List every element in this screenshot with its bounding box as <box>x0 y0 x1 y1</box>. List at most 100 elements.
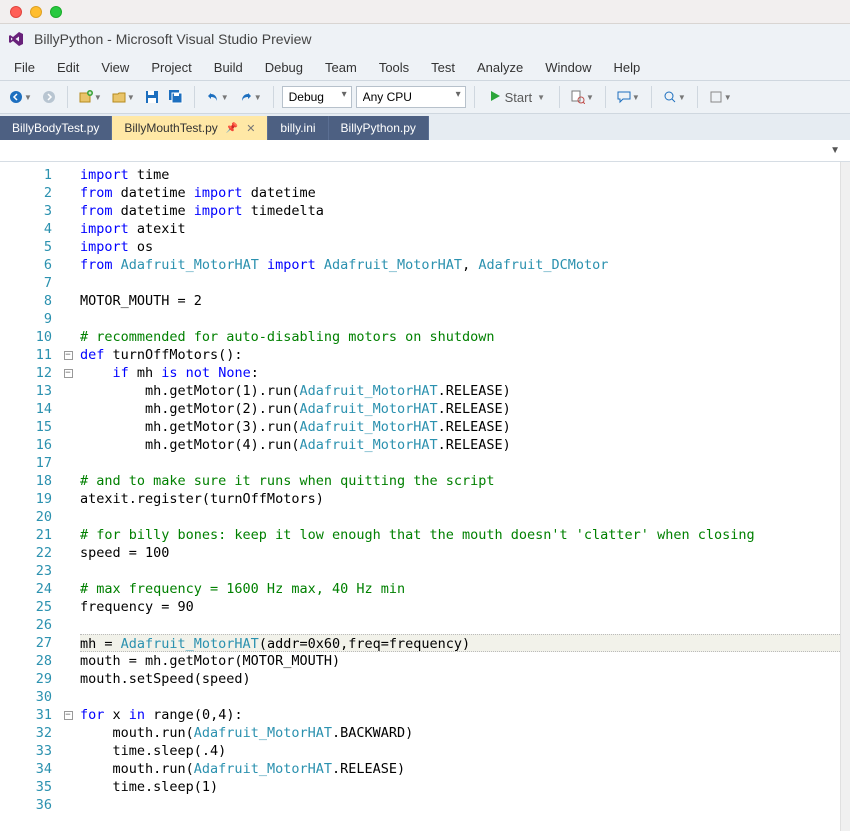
comment-button[interactable]: ▼ <box>614 85 643 109</box>
code-line[interactable]: time.sleep(.4) <box>80 742 840 760</box>
title-bar: BillyPython - Microsoft Visual Studio Pr… <box>0 24 850 54</box>
code-line[interactable] <box>80 310 840 328</box>
code-area[interactable]: import timefrom datetime import datetime… <box>76 162 840 831</box>
line-number: 24 <box>4 580 52 598</box>
fold-toggle[interactable]: − <box>64 711 73 720</box>
menu-bar: FileEditViewProjectBuildDebugTeamToolsTe… <box>0 54 850 80</box>
code-line[interactable]: frequency = 90 <box>80 598 840 616</box>
find-in-files-button[interactable]: ▼ <box>568 85 597 109</box>
code-line[interactable]: time.sleep(1) <box>80 778 840 796</box>
code-line[interactable] <box>80 562 840 580</box>
tab-billymouthtest-py[interactable]: BillyMouthTest.py 📌 ✕ <box>112 116 268 140</box>
solution-platform-select[interactable]: Any CPU <box>356 86 466 108</box>
tab-label: BillyMouthTest.py <box>124 121 217 135</box>
open-file-button[interactable]: ▼ <box>109 85 138 109</box>
nav-dropdown[interactable]: ▼ <box>826 145 844 156</box>
nav-back-button[interactable]: ▼ <box>6 85 35 109</box>
code-line[interactable] <box>80 688 840 706</box>
zoom-button[interactable]: ▼ <box>660 85 689 109</box>
mac-close-button[interactable] <box>10 6 22 18</box>
code-line[interactable]: import time <box>80 166 840 184</box>
line-number: 19 <box>4 490 52 508</box>
line-number: 13 <box>4 382 52 400</box>
line-number: 2 <box>4 184 52 202</box>
menu-project[interactable]: Project <box>141 57 201 78</box>
code-line[interactable]: # and to make sure it runs when quitting… <box>80 472 840 490</box>
redo-button[interactable]: ▼ <box>236 85 265 109</box>
start-debug-button[interactable]: Start ▼ <box>483 85 551 109</box>
nav-forward-button[interactable] <box>39 85 59 109</box>
code-line[interactable]: mh.getMotor(1).run(Adafruit_MotorHAT.REL… <box>80 382 840 400</box>
menu-analyze[interactable]: Analyze <box>467 57 533 78</box>
code-line[interactable]: from datetime import timedelta <box>80 202 840 220</box>
code-line[interactable]: mouth.run(Adafruit_MotorHAT.BACKWARD) <box>80 724 840 742</box>
editor-nav-bar: ▼ <box>0 140 850 162</box>
pin-icon[interactable]: 📌 <box>226 123 238 134</box>
code-line[interactable]: from Adafruit_MotorHAT import Adafruit_M… <box>80 256 840 274</box>
menu-file[interactable]: File <box>4 57 45 78</box>
fold-column[interactable]: − − − <box>60 162 76 831</box>
line-number: 27 <box>4 634 52 652</box>
line-number: 10 <box>4 328 52 346</box>
code-line[interactable]: import os <box>80 238 840 256</box>
menu-team[interactable]: Team <box>315 57 367 78</box>
code-line[interactable]: MOTOR_MOUTH = 2 <box>80 292 840 310</box>
code-line[interactable] <box>80 616 840 634</box>
undo-button[interactable]: ▼ <box>203 85 232 109</box>
code-line[interactable]: mouth.setSpeed(speed) <box>80 670 840 688</box>
tab-billypython-py[interactable]: BillyPython.py <box>329 116 429 140</box>
code-line[interactable]: mh.getMotor(3).run(Adafruit_MotorHAT.REL… <box>80 418 840 436</box>
mac-maximize-button[interactable] <box>50 6 62 18</box>
code-line[interactable]: mh.getMotor(2).run(Adafruit_MotorHAT.REL… <box>80 400 840 418</box>
code-editor[interactable]: 1234567891011121314151617181920212223242… <box>0 162 850 831</box>
code-line[interactable]: # max frequency = 1600 Hz max, 40 Hz min <box>80 580 840 598</box>
code-line[interactable]: for x in range(0,4): <box>80 706 840 724</box>
save-all-button[interactable] <box>166 85 186 109</box>
line-number: 28 <box>4 652 52 670</box>
menu-test[interactable]: Test <box>421 57 465 78</box>
save-button[interactable] <box>142 85 162 109</box>
code-line[interactable] <box>80 454 840 472</box>
line-number: 18 <box>4 472 52 490</box>
code-line[interactable] <box>80 274 840 292</box>
menu-help[interactable]: Help <box>604 57 651 78</box>
line-number: 35 <box>4 778 52 796</box>
menu-edit[interactable]: Edit <box>47 57 89 78</box>
menu-debug[interactable]: Debug <box>255 57 313 78</box>
tab-billybodytest-py[interactable]: BillyBodyTest.py <box>0 116 112 140</box>
solution-config-select[interactable]: Debug <box>282 86 352 108</box>
menu-tools[interactable]: Tools <box>369 57 419 78</box>
line-number: 36 <box>4 796 52 814</box>
window-title: BillyPython - Microsoft Visual Studio Pr… <box>34 31 312 47</box>
code-line[interactable]: # recommended for auto-disabling motors … <box>80 328 840 346</box>
tab-billy-ini[interactable]: billy.ini <box>268 116 328 140</box>
menu-window[interactable]: Window <box>535 57 601 78</box>
code-line[interactable]: def turnOffMotors(): <box>80 346 840 364</box>
code-line[interactable]: import atexit <box>80 220 840 238</box>
menu-build[interactable]: Build <box>204 57 253 78</box>
vertical-scrollbar[interactable] <box>840 162 850 831</box>
line-number: 14 <box>4 400 52 418</box>
code-line[interactable]: if mh is not None: <box>80 364 840 382</box>
code-line[interactable] <box>80 508 840 526</box>
code-line[interactable]: speed = 100 <box>80 544 840 562</box>
code-line[interactable]: from datetime import datetime <box>80 184 840 202</box>
menu-view[interactable]: View <box>91 57 139 78</box>
code-line[interactable]: # for billy bones: keep it low enough th… <box>80 526 840 544</box>
new-project-button[interactable]: ▼ <box>76 85 105 109</box>
code-line[interactable]: atexit.register(turnOffMotors) <box>80 490 840 508</box>
fold-toggle[interactable]: − <box>64 351 73 360</box>
close-icon[interactable]: ✕ <box>246 122 255 135</box>
line-number: 25 <box>4 598 52 616</box>
line-number: 17 <box>4 454 52 472</box>
extra-tool-button[interactable]: ▼ <box>706 85 735 109</box>
code-line[interactable]: mouth.run(Adafruit_MotorHAT.RELEASE) <box>80 760 840 778</box>
code-line[interactable]: mouth = mh.getMotor(MOTOR_MOUTH) <box>80 652 840 670</box>
fold-toggle[interactable]: − <box>64 369 73 378</box>
mac-minimize-button[interactable] <box>30 6 42 18</box>
code-line[interactable]: mh = Adafruit_MotorHAT(addr=0x60,freq=fr… <box>80 634 840 652</box>
line-number: 8 <box>4 292 52 310</box>
code-line[interactable]: mh.getMotor(4).run(Adafruit_MotorHAT.REL… <box>80 436 840 454</box>
line-number: 21 <box>4 526 52 544</box>
code-line[interactable] <box>80 796 840 814</box>
